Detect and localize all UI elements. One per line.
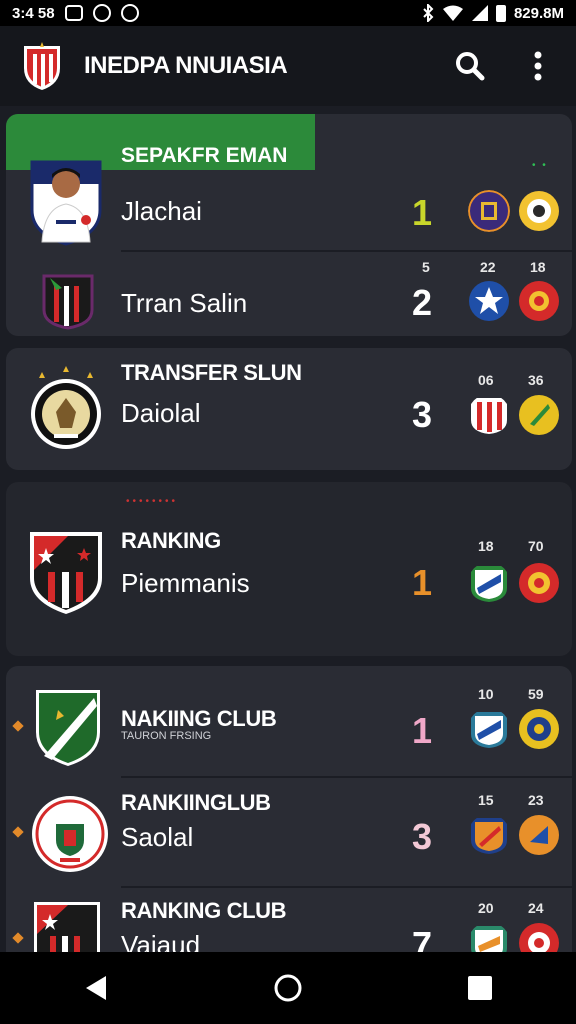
stat-value: 36 [528,372,544,388]
home-button[interactable] [264,964,312,1012]
row-divider [121,250,572,252]
club-badge-stripes-icon[interactable] [468,394,510,436]
stat-value: 70 [528,538,544,554]
club-badge-blue-icon[interactable] [468,562,510,604]
recents-square-icon [468,976,492,1000]
club-badge-yellow-icon[interactable] [518,394,560,436]
row-divider [121,886,572,888]
club-ranking-card[interactable]: NAKIING CLUB TAURON FRSING 1 10 59 RANKI… [6,666,572,952]
club-crest-icon [34,902,100,952]
row-rank: 3 [412,816,433,857]
club-badge-yellow-icon[interactable] [518,708,560,750]
row-divider [121,776,572,778]
app-bar: INEDPA NNUIASIA [0,26,576,106]
bullet-icon [12,826,24,838]
status-time: 3:4 58 [12,4,55,22]
ranking-list[interactable]: SEPAKFR EMAN • • Jlachai 1 5 22 18 Trran… [0,106,576,952]
card-heading: RANKIINGLUB [121,790,271,815]
row-rank: 1 [412,710,433,751]
stat-value: 5 [422,259,430,275]
row-rank: 3 [412,394,433,435]
page-title: INEDPA NNUIASIA [84,52,288,79]
bullet-icon [12,720,24,732]
back-button[interactable] [72,964,120,1012]
row-name: Vaiaud [121,930,201,952]
stat-value: 23 [528,792,544,808]
row-subtitle: TAURON FRSING [121,730,212,742]
system-nav-bar [0,952,576,1024]
club-badge-red-icon[interactable] [518,562,560,604]
bluetooth-icon [423,4,434,22]
stat-value: 20 [478,900,494,916]
search-icon [456,52,485,81]
wifi-icon [442,5,463,21]
back-triangle-icon [86,976,106,1000]
club-badge-red-icon[interactable] [518,922,560,952]
ranking-card[interactable]: •••••••• RANKING Piemmanis 1 18 70 [6,482,572,656]
player-photo [30,160,102,246]
club-crest-icon [42,274,94,330]
club-crest-icon [30,532,102,614]
battery-icon [495,4,506,22]
status-clock: 829.8M [513,4,564,22]
stat-value: 18 [530,259,546,275]
gallery-notification-icon [64,5,83,21]
stat-value: 18 [478,538,494,554]
club-crest-icon [31,366,101,449]
stat-value: 06 [478,372,494,388]
carousel-dots: •••••••• [126,496,179,507]
card-heading: TRANSFER SLUN [121,360,302,385]
club-badge-blue-icon[interactable] [468,708,510,750]
row-name: Trran Salin [121,288,248,318]
recents-button[interactable] [456,964,504,1012]
app-notification-icon [92,4,111,22]
club-badge-teal-icon[interactable] [468,922,510,952]
home-circle-icon [274,974,302,1002]
club-badge-star-icon[interactable] [468,280,510,322]
club-crest-icon [36,690,100,766]
club-logo [24,42,60,90]
club-badge-orange-icon[interactable] [468,814,510,856]
row-name: Piemmanis [121,568,250,598]
row-name: Saolal [121,822,194,852]
row-name: Jlachai [121,196,202,226]
row-name: Daiolal [121,398,201,428]
status-bar: 3:4 58 829.8M [0,0,576,26]
club-crest-icon [32,796,108,872]
chat-notification-icon [120,4,139,22]
banner-indicator: • • [532,160,548,171]
stat-value: 24 [528,900,544,916]
club-badge-gold-icon[interactable] [518,190,560,232]
search-button[interactable] [452,48,488,84]
cell-signal-icon [471,5,488,21]
club-badge-purple-icon[interactable] [468,190,510,232]
card-heading: RANKING CLUB [121,898,287,923]
stat-value: 10 [478,686,494,702]
banner-title: SEPAKFR EMAN [121,144,288,167]
bullet-icon [12,932,24,944]
card-heading: NAKIING CLUB [121,706,277,731]
stat-value: 59 [528,686,544,702]
club-badge-red-icon[interactable] [518,280,560,322]
row-rank: 1 [412,562,433,603]
featured-card[interactable]: SEPAKFR EMAN • • Jlachai 1 5 22 18 Trran… [6,114,572,336]
transfer-card[interactable]: TRANSFER SLUN Daiolal 3 06 36 [6,348,572,470]
club-badge-orange-icon[interactable] [518,814,560,856]
row-rank: 7 [412,924,433,952]
stat-value: 22 [480,259,496,275]
more-vert-icon [534,51,542,81]
row-rank: 1 [412,192,433,233]
overflow-menu-button[interactable] [520,48,556,84]
row-rank: 2 [412,282,433,323]
card-heading: RANKING [121,528,221,553]
stat-value: 15 [478,792,494,808]
